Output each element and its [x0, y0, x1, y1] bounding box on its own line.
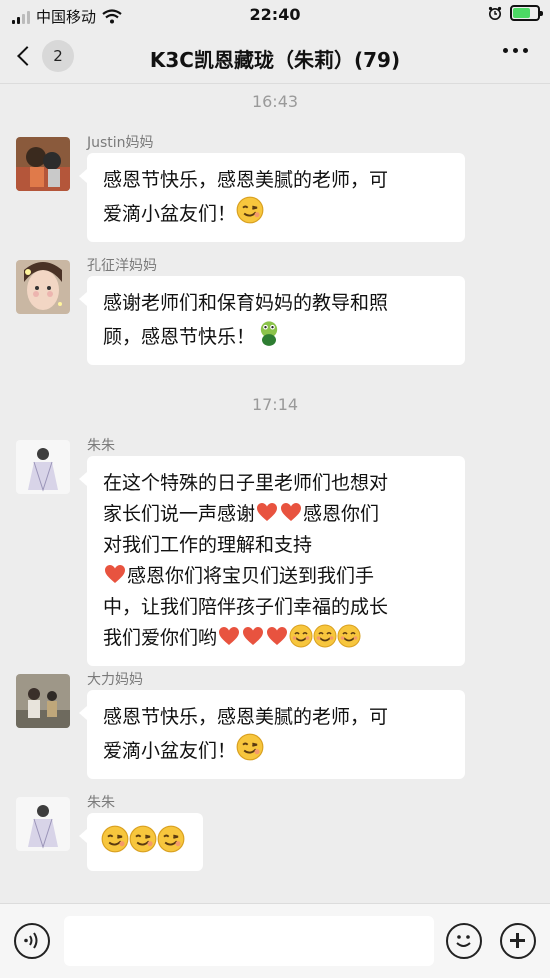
- input-bar: [0, 903, 550, 978]
- message-line: 爱滴小盆友们！: [103, 203, 237, 225]
- sender-name: 朱朱: [87, 438, 115, 454]
- smile-emoji-icon: [313, 624, 337, 648]
- timestamp: 17:14: [251, 395, 299, 414]
- wink-emoji-icon: [157, 825, 185, 853]
- heart-emoji-icon: [217, 624, 241, 648]
- message-line: 感谢老师们和保育妈妈的教导和照: [103, 292, 389, 314]
- message-line: 感恩你们将宝贝们送到我们手: [127, 565, 375, 587]
- message-bubble[interactable]: [79, 813, 203, 871]
- timestamp: 16:43: [251, 92, 299, 111]
- voice-input-button[interactable]: [14, 923, 50, 959]
- sender-name: 朱朱: [87, 795, 115, 811]
- message-line: 感恩你们: [303, 503, 380, 525]
- heart-emoji-icon: [103, 562, 127, 586]
- message-line: 我们爱你们哟: [103, 627, 218, 649]
- message-input[interactable]: [64, 916, 434, 966]
- heart-emoji-icon: [279, 500, 303, 524]
- sender-name: Justin妈妈: [87, 135, 154, 151]
- frog-emoji-icon: [255, 319, 283, 347]
- message-bubble[interactable]: 在这个特殊的日子里老师们也想对 家长们说一声感谢 感恩你们 对我们工作的理解和支持…: [79, 456, 465, 666]
- avatar[interactable]: [16, 440, 70, 494]
- more-functions-button[interactable]: [500, 923, 536, 959]
- heart-emoji-icon: [241, 624, 265, 648]
- chat-header: 2 K3C凯恩藏珑（朱莉）(79): [0, 30, 550, 84]
- avatar[interactable]: [16, 260, 70, 314]
- alarm-icon: [488, 6, 502, 20]
- sender-name: 大力妈妈: [87, 672, 143, 688]
- voice-icon: [24, 932, 38, 949]
- message-line: 感恩节快乐，感恩美腻的老师，可: [103, 706, 389, 728]
- message-line: 对我们工作的理解和支持: [103, 534, 313, 556]
- wink-emoji-icon: [236, 196, 264, 224]
- message-line: 在这个特殊的日子里老师们也想对: [103, 472, 389, 494]
- avatar[interactable]: [16, 137, 70, 191]
- message-bubble[interactable]: 感恩节快乐，感恩美腻的老师，可 爱滴小盆友们！: [79, 153, 465, 242]
- emoji-button[interactable]: [446, 923, 482, 959]
- message-list[interactable]: 16:43 Justin妈妈 感恩节快乐，感恩美腻的老师，可 爱滴小盆友们！ 孔…: [0, 85, 550, 903]
- wink-emoji-icon: [129, 825, 157, 853]
- status-bar: 中国移动 22:40: [0, 0, 550, 30]
- smile-emoji-icon: [337, 624, 361, 648]
- smiley-icon: [456, 935, 471, 947]
- avatar[interactable]: [16, 674, 70, 728]
- message-line: 感恩节快乐，感恩美腻的老师，可: [103, 169, 389, 191]
- heart-emoji-icon: [265, 624, 289, 648]
- message-bubble[interactable]: 感谢老师们和保育妈妈的教导和照 顾，感恩节快乐！: [79, 276, 465, 365]
- more-options-button[interactable]: [503, 48, 528, 53]
- message-line: 顾，感恩节快乐！: [103, 326, 256, 348]
- wink-emoji-icon: [101, 825, 129, 853]
- status-time: 22:40: [249, 5, 301, 24]
- message-bubble[interactable]: 感恩节快乐，感恩美腻的老师，可 爱滴小盆友们！: [79, 690, 465, 779]
- sender-name: 孔征洋妈妈: [87, 258, 157, 274]
- heart-emoji-icon: [255, 500, 279, 524]
- battery-icon: [510, 5, 543, 21]
- message-line: 家长们说一声感谢: [103, 503, 256, 525]
- message-line: 中，让我们陪伴孩子们幸福的成长: [103, 596, 389, 618]
- chat-title: K3C凯恩藏珑（朱莉）(79): [149, 48, 401, 72]
- wink-emoji-icon: [236, 733, 264, 761]
- message-line: 爱滴小盆友们！: [103, 740, 237, 762]
- avatar[interactable]: [16, 797, 70, 851]
- more-dots-icon: [503, 48, 508, 53]
- smile-emoji-icon: [289, 624, 313, 648]
